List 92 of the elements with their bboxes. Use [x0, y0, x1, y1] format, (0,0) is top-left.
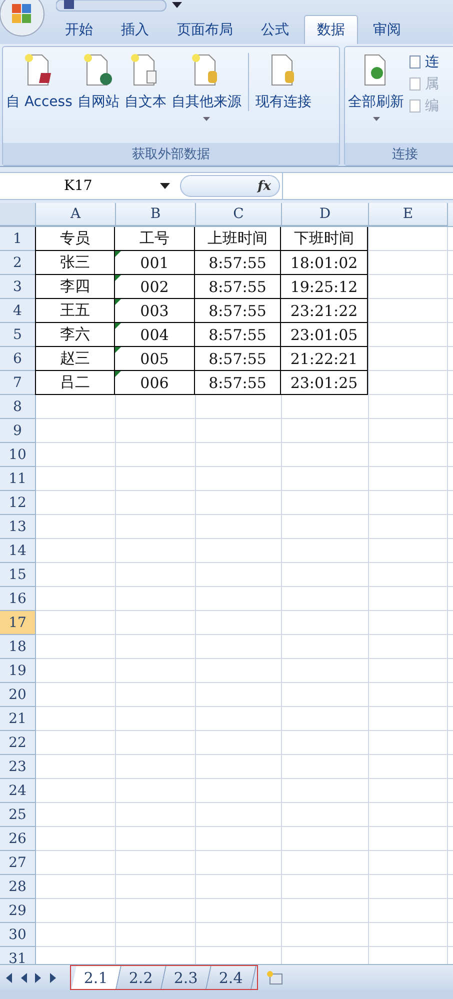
- table-cell: 专员: [35, 227, 115, 251]
- row-header[interactable]: 3: [0, 275, 36, 299]
- ribbon-tab[interactable]: 插入: [108, 15, 162, 44]
- table-cell: 19:25:12: [281, 275, 368, 299]
- small-document-icon: [408, 99, 422, 113]
- column-header[interactable]: C: [196, 203, 282, 226]
- row-header[interactable]: 25: [0, 803, 36, 827]
- row-header[interactable]: 30: [0, 923, 36, 947]
- row-header[interactable]: 16: [0, 587, 36, 611]
- row-header[interactable]: 23: [0, 755, 36, 779]
- sheet-tab[interactable]: 2.3: [162, 966, 212, 989]
- table-cell: 004: [115, 323, 195, 347]
- ribbon-button[interactable]: 全部刷新: [347, 53, 405, 121]
- ribbon-tab[interactable]: 开始: [52, 15, 106, 44]
- table-cell: 23:01:25: [281, 371, 368, 395]
- insert-sheet-icon[interactable]: [266, 970, 284, 986]
- table-cell: 005: [115, 347, 195, 371]
- row-header[interactable]: 21: [0, 707, 36, 731]
- small-document-icon: [408, 77, 422, 91]
- row-header[interactable]: 7: [0, 371, 36, 395]
- table-cell: 18:01:02: [281, 251, 368, 275]
- column-header[interactable]: D: [282, 203, 369, 226]
- table-cell: 上班时间: [195, 227, 281, 251]
- column-header[interactable]: E: [369, 203, 448, 226]
- row-header[interactable]: 10: [0, 443, 36, 467]
- table-cell: 赵三: [35, 347, 115, 371]
- row-header[interactable]: 17: [0, 611, 36, 635]
- table-cell: 李六: [35, 323, 115, 347]
- group-label: 获取外部数据: [3, 143, 339, 165]
- ribbon-button[interactable]: 现有连接: [248, 53, 312, 111]
- row-header[interactable]: 9: [0, 419, 36, 443]
- table-cell: 002: [115, 275, 195, 299]
- sheet-tab[interactable]: 2.4: [206, 966, 256, 989]
- table-cell: 工号: [115, 227, 195, 251]
- ribbon-button[interactable]: 自 Access: [5, 53, 74, 111]
- ribbon-button[interactable]: 自网站: [76, 53, 120, 111]
- ribbon-tab[interactable]: 数据: [304, 15, 358, 44]
- row-header[interactable]: 26: [0, 827, 36, 851]
- row-header[interactable]: 12: [0, 491, 36, 515]
- table-cell: 003: [115, 299, 195, 323]
- table-cell: 李四: [35, 275, 115, 299]
- table-cell: 001: [115, 251, 195, 275]
- insert-function-button[interactable]: fx: [180, 175, 280, 197]
- caret-icon: [202, 117, 210, 121]
- table-cell: 23:21:22: [281, 299, 368, 323]
- table-cell: 王五: [35, 299, 115, 323]
- ribbon-tab[interactable]: 公式: [248, 15, 302, 44]
- row-header[interactable]: 15: [0, 563, 36, 587]
- table-cell: 8:57:55: [195, 323, 281, 347]
- row-header[interactable]: 13: [0, 515, 36, 539]
- ribbon-tab[interactable]: 页面布局: [164, 15, 246, 44]
- row-header[interactable]: 8: [0, 395, 36, 419]
- column-header[interactable]: A: [36, 203, 116, 226]
- small-document-icon: [408, 55, 422, 69]
- caret-icon: [372, 117, 380, 121]
- table-cell: 下班时间: [281, 227, 368, 251]
- table-cell: 23:01:05: [281, 323, 368, 347]
- table-cell: 吕二: [35, 371, 115, 395]
- ribbon-tab[interactable]: 审阅: [360, 15, 414, 44]
- table-cell: 张三: [35, 251, 115, 275]
- document-icon: [82, 53, 114, 87]
- row-header[interactable]: 1: [0, 227, 36, 251]
- row-header[interactable]: 4: [0, 299, 36, 323]
- column-header[interactable]: B: [116, 203, 196, 226]
- row-header[interactable]: 20: [0, 683, 36, 707]
- caret-icon[interactable]: [160, 183, 170, 189]
- row-header[interactable]: 31: [0, 947, 36, 964]
- table-cell: 21:22:21: [281, 347, 368, 371]
- ribbon-button[interactable]: 自文本: [123, 53, 168, 111]
- ribbon-button[interactable]: 自其他来源: [170, 53, 242, 121]
- ribbon-small-button[interactable]: 连: [408, 53, 439, 71]
- sheet-tab[interactable]: 2.2: [116, 966, 166, 989]
- table-cell: 8:57:55: [195, 347, 281, 371]
- row-header[interactable]: 2: [0, 251, 36, 275]
- row-header[interactable]: 18: [0, 635, 36, 659]
- row-header[interactable]: 29: [0, 899, 36, 923]
- row-header[interactable]: 24: [0, 779, 36, 803]
- sheet-tab[interactable]: 2.1: [72, 966, 122, 989]
- row-header[interactable]: 6: [0, 347, 36, 371]
- row-header[interactable]: 11: [0, 467, 36, 491]
- row-header[interactable]: 19: [0, 659, 36, 683]
- table-cell: 006: [115, 371, 195, 395]
- row-header[interactable]: 22: [0, 731, 36, 755]
- table-cell: 8:57:55: [195, 299, 281, 323]
- row-header[interactable]: 28: [0, 875, 36, 899]
- table-cell: 8:57:55: [195, 251, 281, 275]
- table-cell: 8:57:55: [195, 275, 281, 299]
- row-header[interactable]: 14: [0, 539, 36, 563]
- table-cell: 8:57:55: [195, 371, 281, 395]
- group-label: 连接: [345, 143, 453, 165]
- row-header[interactable]: 27: [0, 851, 36, 875]
- row-header[interactable]: 5: [0, 323, 36, 347]
